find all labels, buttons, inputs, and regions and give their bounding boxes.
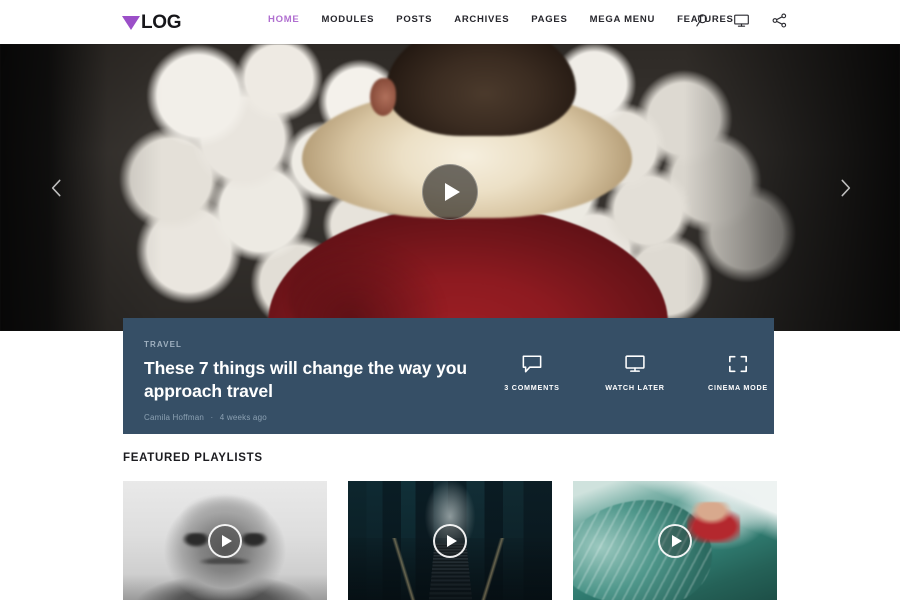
nav-item-posts[interactable]: POSTS	[396, 14, 432, 26]
search-icon[interactable]	[695, 12, 712, 29]
vlog-homepage: LOG HOME MODULES POSTS ARCHIVES PAGES ME…	[0, 0, 900, 600]
nav-item-archives[interactable]: ARCHIVES	[454, 14, 509, 26]
featured-video-title[interactable]: These 7 things will change the way you a…	[144, 357, 489, 403]
playlist-card[interactable]	[348, 481, 552, 600]
chevron-left-icon[interactable]	[44, 175, 70, 201]
featured-playlists-grid	[123, 481, 777, 600]
site-logo[interactable]: LOG	[122, 11, 182, 33]
header-icon-group	[695, 12, 788, 29]
expand-icon	[727, 354, 749, 374]
playlist-play-button[interactable]	[658, 523, 692, 558]
featured-video-actions: 3 COMMENTS WATCH LATER CINEMA MODE	[496, 318, 774, 434]
playlist-play-button[interactable]	[433, 523, 467, 558]
hero-video-slider[interactable]	[0, 44, 900, 331]
hero-ear	[370, 78, 396, 116]
site-header: LOG HOME MODULES POSTS ARCHIVES PAGES ME…	[0, 0, 900, 44]
main-navigation: HOME MODULES POSTS ARCHIVES PAGES MEGA M…	[268, 14, 734, 26]
monitor-icon[interactable]	[733, 12, 750, 29]
featured-video-meta: Camila Hoffman · 4 weeks ago	[144, 413, 489, 422]
share-icon[interactable]	[771, 12, 788, 29]
play-icon	[221, 534, 232, 547]
watch-later-action[interactable]: WATCH LATER	[599, 354, 671, 392]
cinema-mode-action-label: CINEMA MODE	[708, 383, 768, 392]
nav-item-pages[interactable]: PAGES	[531, 14, 567, 26]
featured-video-card: TRAVEL These 7 things will change the wa…	[123, 318, 774, 434]
triangle-down-icon	[122, 15, 140, 30]
play-icon	[671, 534, 682, 547]
nav-item-modules[interactable]: MODULES	[322, 14, 375, 26]
monitor-icon	[624, 354, 646, 374]
watch-later-action-label: WATCH LATER	[605, 383, 665, 392]
meta-separator: ·	[210, 413, 214, 422]
hero-head	[386, 44, 576, 136]
play-icon	[445, 183, 460, 201]
cinema-mode-action[interactable]: CINEMA MODE	[702, 354, 774, 392]
published-time: 4 weeks ago	[219, 413, 267, 422]
featured-video-text: TRAVEL These 7 things will change the wa…	[123, 318, 489, 434]
comments-action[interactable]: 3 COMMENTS	[496, 354, 568, 392]
playlist-card[interactable]	[573, 481, 777, 600]
playlist-play-button[interactable]	[208, 523, 242, 558]
playlist-card[interactable]	[123, 481, 327, 600]
featured-playlists-heading: FEATURED PLAYLISTS	[123, 452, 263, 464]
category-label[interactable]: TRAVEL	[144, 340, 489, 349]
chevron-right-icon[interactable]	[832, 175, 858, 201]
nav-item-mega-menu[interactable]: MEGA MENU	[590, 14, 656, 26]
comment-icon	[521, 354, 543, 374]
hero-play-button[interactable]	[422, 164, 478, 220]
logo-text: LOG	[141, 11, 182, 33]
author-name[interactable]: Camila Hoffman	[144, 413, 204, 422]
comments-action-label: 3 COMMENTS	[504, 383, 560, 392]
play-icon	[446, 534, 457, 547]
nav-item-home[interactable]: HOME	[268, 14, 300, 26]
